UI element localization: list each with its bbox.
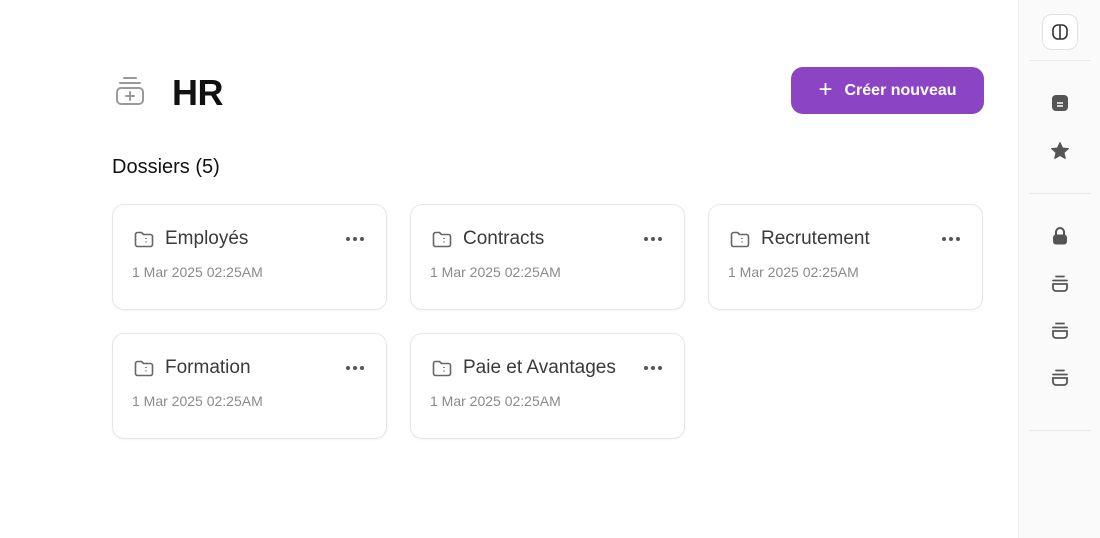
folder-icon	[134, 231, 154, 248]
folder-card[interactable]: Paie et Avantages 1 Mar 2025 02:25AM	[410, 333, 685, 439]
more-options-icon[interactable]	[642, 229, 664, 249]
main-content: HR + Créer nouveau Dossiers (5) Employés…	[0, 0, 1018, 538]
folder-card[interactable]: Formation 1 Mar 2025 02:25AM	[112, 333, 387, 439]
folder-date: 1 Mar 2025 02:25AM	[430, 264, 561, 280]
folder-icon	[432, 231, 452, 248]
lock-icon[interactable]	[1050, 226, 1070, 246]
workspace-icon	[112, 75, 148, 107]
bowl-icon[interactable]	[1050, 321, 1070, 341]
folder-date: 1 Mar 2025 02:25AM	[132, 264, 263, 280]
folder-icon	[730, 231, 750, 248]
folder-icon	[134, 360, 154, 377]
more-options-icon[interactable]	[642, 358, 664, 378]
more-options-icon[interactable]	[344, 358, 366, 378]
right-sidebar	[1018, 0, 1100, 538]
plus-icon: +	[818, 75, 833, 103]
star-icon[interactable]	[1050, 141, 1070, 161]
page-header: HR + Créer nouveau	[112, 67, 984, 115]
bowl-icon[interactable]	[1050, 368, 1070, 388]
folder-date: 1 Mar 2025 02:25AM	[728, 264, 859, 280]
create-new-label: Créer nouveau	[844, 81, 957, 99]
page-title: HR	[172, 72, 224, 113]
folder-name: Contracts	[463, 228, 545, 249]
folder-grid: Employés 1 Mar 2025 02:25AM Contracts 1 …	[112, 204, 984, 439]
folder-name: Employés	[165, 228, 249, 249]
create-new-button[interactable]: + Créer nouveau	[791, 67, 984, 114]
folders-heading: Dossiers (5)	[112, 156, 220, 178]
folder-card[interactable]: Recrutement 1 Mar 2025 02:25AM	[708, 204, 983, 310]
folder-icon	[432, 360, 452, 377]
folder-name: Formation	[165, 357, 251, 378]
more-options-icon[interactable]	[940, 229, 962, 249]
folder-card[interactable]: Contracts 1 Mar 2025 02:25AM	[410, 204, 685, 310]
folder-name: Paie et Avantages	[463, 357, 616, 378]
sidebar-divider	[1029, 193, 1091, 194]
sidebar-divider	[1029, 430, 1091, 431]
folder-date: 1 Mar 2025 02:25AM	[132, 393, 263, 409]
sidebar-divider	[1029, 60, 1091, 61]
panel-toggle-icon[interactable]	[1042, 14, 1078, 50]
folder-name: Recrutement	[761, 228, 870, 249]
bowl-icon[interactable]	[1050, 274, 1070, 294]
folder-card[interactable]: Employés 1 Mar 2025 02:25AM	[112, 204, 387, 310]
document-icon[interactable]	[1050, 93, 1070, 113]
folder-date: 1 Mar 2025 02:25AM	[430, 393, 561, 409]
more-options-icon[interactable]	[344, 229, 366, 249]
